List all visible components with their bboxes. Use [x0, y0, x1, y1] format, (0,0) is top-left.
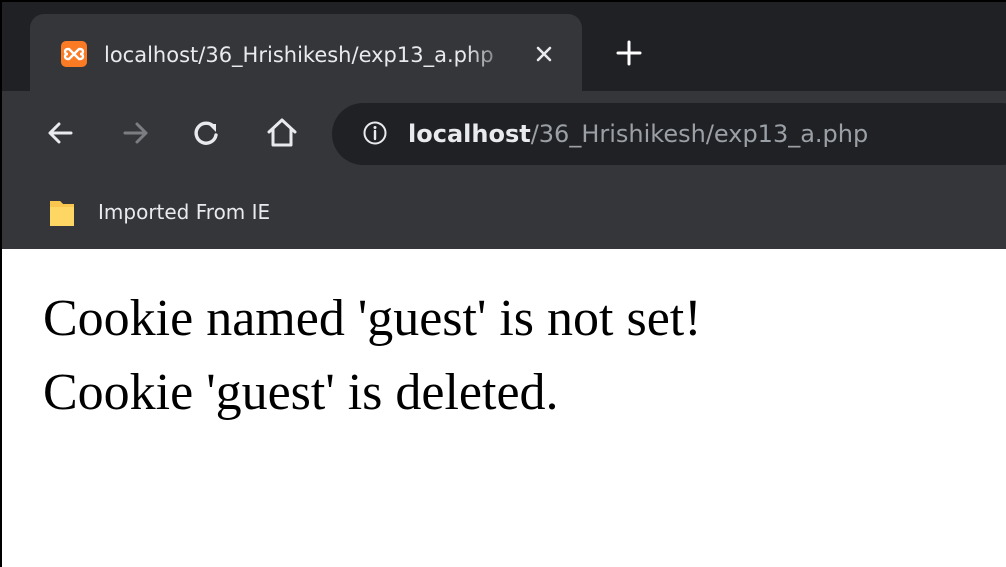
close-tab-icon[interactable] — [530, 40, 558, 68]
tab-title: localhost/36_Hrishikesh/exp13_a.php — [104, 43, 494, 67]
browser-window: localhost/36_Hrishikesh/exp13_a.php loca… — [0, 0, 1006, 567]
back-arrow-icon[interactable] — [42, 115, 78, 151]
forward-arrow-icon[interactable] — [118, 115, 154, 151]
cookie-status-message: Cookie named 'guest' is not set! — [43, 290, 702, 347]
address-bar[interactable]: localhost/36_Hrishikesh/exp13_a.php — [332, 103, 1006, 165]
home-icon[interactable] — [264, 115, 300, 151]
folder-icon — [48, 198, 76, 228]
tab-strip: localhost/36_Hrishikesh/exp13_a.php — [2, 2, 1006, 91]
url-host: localhost — [408, 120, 531, 148]
new-tab-icon[interactable] — [614, 38, 644, 68]
page-content: Cookie named 'guest' is not set! Cookie … — [2, 249, 1006, 567]
bookmark-imported-from-ie[interactable]: Imported From IE — [98, 197, 270, 227]
info-icon[interactable] — [362, 120, 388, 146]
url-text: localhost/36_Hrishikesh/exp13_a.php — [408, 116, 868, 152]
xampp-icon — [61, 41, 87, 67]
url-path: /36_Hrishikesh/exp13_a.php — [530, 120, 869, 148]
active-tab[interactable]: localhost/36_Hrishikesh/exp13_a.php — [30, 14, 582, 91]
browser-toolbar: localhost/36_Hrishikesh/exp13_a.php — [2, 91, 1006, 179]
reload-icon[interactable] — [188, 115, 224, 151]
cookie-deleted-message: Cookie 'guest' is deleted. — [43, 364, 559, 421]
bookmarks-bar: Imported From IE — [2, 179, 1006, 249]
